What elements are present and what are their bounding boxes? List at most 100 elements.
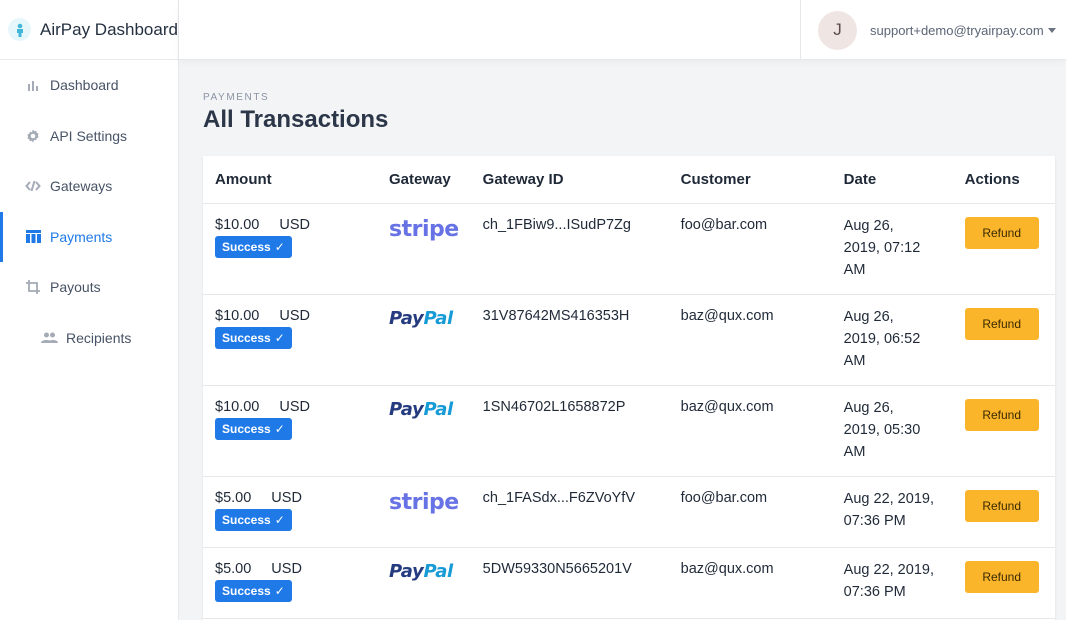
amount-cell: $10.00 USD Success ✓	[203, 203, 377, 295]
customer-cell: baz@qux.com	[668, 547, 832, 619]
sidebar-item-label: Gateways	[50, 178, 113, 195]
sidebar-item-payouts[interactable]: Payouts	[0, 262, 178, 313]
status-badge: Success ✓	[215, 235, 292, 258]
date-line: AM	[843, 352, 866, 369]
status-badge: Success ✓	[215, 579, 292, 602]
date-line: Aug 22, 2019,	[843, 490, 934, 507]
date-cell: Aug 26, 2019, 07:12 AM	[831, 203, 953, 295]
status-label: Success	[222, 583, 271, 598]
actions-cell: Refund	[952, 294, 1055, 386]
amount-cell: $5.00 USD Success ✓	[203, 476, 377, 548]
page-title: All Transactions	[203, 106, 389, 133]
customer-cell: baz@qux.com	[668, 294, 832, 386]
sidebar-item-dashboard[interactable]: Dashboard	[0, 60, 178, 111]
sidebar-item-label: Dashboard	[50, 77, 119, 94]
user-email[interactable]: support+demo@tryairpay.com	[870, 23, 1044, 38]
refund-button[interactable]: Refund	[964, 307, 1039, 340]
currency: USD	[279, 216, 310, 233]
stripe-logo: stripe	[389, 216, 459, 242]
column-header-gateway: Gateway	[377, 156, 471, 204]
column-header-date: Date	[831, 156, 953, 204]
sidebar-item-gateways[interactable]: Gateways	[0, 161, 178, 212]
column-header-amount: Amount	[203, 156, 377, 204]
customer-cell: baz@qux.com	[668, 385, 832, 477]
stripe-logo: stripe	[389, 489, 459, 515]
paypal-logo: PayPal	[389, 308, 453, 329]
check-icon: ✓	[274, 583, 285, 598]
column-header-actions: Actions	[952, 156, 1055, 204]
date-line: 2019, 07:12	[843, 239, 921, 256]
avatar[interactable]: J	[818, 10, 857, 50]
link-icon	[24, 177, 42, 195]
actions-cell: Refund	[952, 385, 1055, 477]
paypal-logo-part: Pay	[389, 398, 424, 420]
status-label: Success	[222, 421, 271, 436]
gateway-id-cell: 5DW59330N5665201V	[470, 547, 669, 619]
gateway-id-cell: 1SN46702L1658872P	[470, 385, 669, 477]
refund-button[interactable]: Refund	[964, 398, 1039, 431]
refund-button[interactable]: Refund	[964, 560, 1039, 593]
sidebar-item-payments[interactable]: Payments	[0, 211, 178, 263]
status-badge: Success ✓	[215, 326, 292, 349]
date-line: Aug 26,	[843, 217, 894, 234]
table-row: $10.00 USD Success ✓ PayPal 1SN46702L16588…	[203, 385, 1055, 477]
date-cell: Aug 22, 2019, 07:36 PM	[831, 476, 953, 548]
currency: USD	[271, 560, 302, 577]
gateway-cell: PayPal	[377, 385, 471, 477]
brand[interactable]: AirPay Dashboard	[0, 0, 178, 60]
sidebar-item-api-settings[interactable]: API Settings	[0, 111, 178, 162]
sidebar-item-label: Payments	[50, 228, 113, 245]
column-header-gateway-id: Gateway ID	[470, 156, 669, 204]
refund-button[interactable]: Refund	[964, 489, 1039, 522]
paypal-logo-part: Pal	[423, 398, 453, 420]
amount-cell: $10.00 USD Success ✓	[203, 385, 377, 477]
gateway-id-cell: ch_1FASdx...F6ZVoYfV	[470, 476, 669, 548]
date-cell: Aug 22, 2019, 07:36 PM	[831, 547, 953, 619]
page-eyebrow: PAYMENTS	[203, 92, 270, 103]
actions-cell: Refund	[952, 476, 1055, 548]
refund-button[interactable]: Refund	[964, 216, 1039, 249]
amount-cell: $5.00 USD Success ✓	[203, 547, 377, 619]
date-line: Aug 26,	[843, 399, 894, 416]
transactions-card: Amount Gateway Gateway ID Customer Date …	[203, 156, 1055, 620]
user-menu[interactable]: J support+demo@tryairpay.com	[800, 0, 1066, 60]
paypal-logo-part: Pal	[423, 307, 453, 329]
date-line: 2019, 06:52	[843, 330, 921, 347]
table-icon	[24, 228, 42, 246]
date-line: AM	[843, 443, 866, 460]
sidebar-item-label: Payouts	[50, 279, 101, 296]
customer-cell: foo@bar.com	[668, 203, 832, 295]
sidebar-item-label: API Settings	[50, 127, 128, 144]
table-row: $5.00 USD Success ✓ stripe ch_1FASdx...F6Z…	[203, 476, 1055, 548]
check-icon: ✓	[274, 512, 285, 527]
status-label: Success	[222, 239, 271, 254]
chevron-down-icon[interactable]	[1047, 27, 1056, 33]
column-header-customer: Customer	[668, 156, 832, 204]
date-line: 07:36 PM	[843, 583, 906, 600]
person-logo-icon	[8, 18, 31, 41]
paypal-logo-part: Pal	[423, 560, 453, 582]
crop-icon	[24, 278, 42, 296]
brand-title: AirPay Dashboard	[40, 19, 178, 39]
gateway-cell: stripe	[377, 203, 471, 295]
amount-value: $10.00	[215, 307, 260, 324]
gear-icon	[24, 127, 42, 145]
paypal-logo-part: Pay	[389, 307, 424, 329]
table-row: $10.00 USD Success ✓ PayPal 31V87642MS4163…	[203, 294, 1055, 386]
date-line: 2019, 05:30	[843, 421, 921, 438]
customer-cell: foo@bar.com	[668, 476, 832, 548]
currency: USD	[279, 398, 310, 415]
sidebar-item-recipients[interactable]: Recipients	[0, 313, 178, 364]
date-line: Aug 22, 2019,	[843, 561, 934, 578]
table-header-row: Amount Gateway Gateway ID Customer Date …	[203, 156, 1055, 204]
amount-value: $10.00	[215, 216, 260, 233]
amount-value: $5.00	[215, 489, 252, 506]
actions-cell: Refund	[952, 203, 1055, 295]
check-icon: ✓	[274, 239, 285, 254]
check-icon: ✓	[274, 330, 285, 345]
gateway-cell: stripe	[377, 476, 471, 548]
currency: USD	[271, 489, 302, 506]
transactions-table: Amount Gateway Gateway ID Customer Date …	[203, 156, 1055, 619]
bar-chart-icon	[24, 76, 42, 94]
amount-value: $10.00	[215, 398, 260, 415]
